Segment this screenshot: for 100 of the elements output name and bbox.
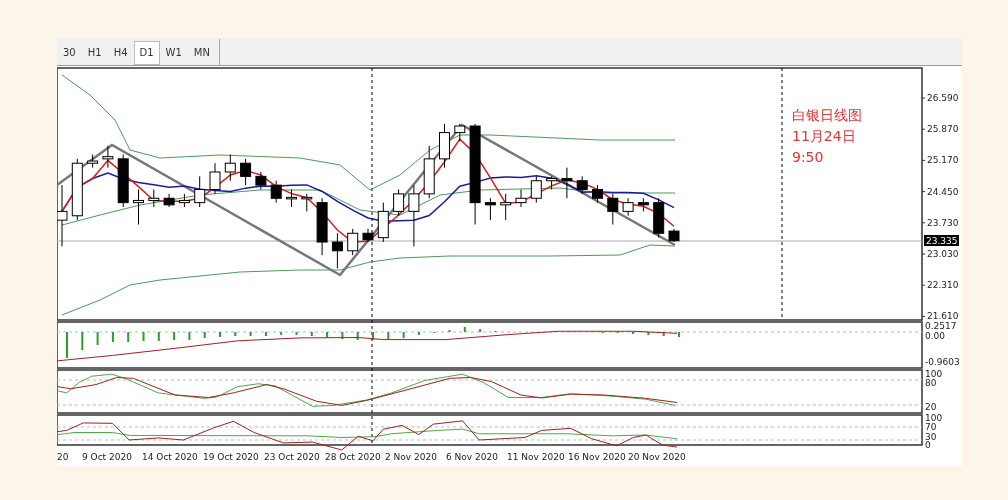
candle [316,197,328,256]
candle [515,189,527,208]
histogram-bar [310,332,313,336]
candle [163,193,175,208]
histogram-bar [249,332,252,336]
histogram-bar [341,332,344,339]
date-axis-label: 11 Nov 2020 [507,452,565,462]
candle [240,158,252,186]
indicator-axis-label: 0.00 [925,331,946,341]
indicator-axis-label: 30 [925,432,937,442]
indicator-axis-label: 100 [925,369,943,379]
candle [71,158,83,221]
histogram-bar [111,332,114,342]
indicator-axis-label: 0 [925,440,931,450]
chart-annotation: 白银日线图 [792,107,862,123]
histogram-bar [402,332,405,338]
candle [408,184,420,247]
candle [653,197,665,239]
chart-annotation: 11月24日 [792,128,856,144]
candle [592,184,603,204]
date-axis-label: 16 Nov 2020 [568,452,626,462]
date-axis-label: 9 Oct 2020 [82,452,132,462]
histogram-bar [127,332,130,342]
timeframe-tab[interactable]: MN [187,41,216,65]
candle [133,189,144,225]
histogram-bar [647,332,650,335]
price-axis-label: 23.030 [927,249,959,259]
date-axis-label: 6 Nov 2020 [446,452,498,462]
candle [607,193,619,225]
price-axis-label: 25.870 [927,124,959,135]
timeframe-tab[interactable]: H4 [107,41,134,65]
candle [178,193,190,208]
candle [530,175,542,204]
candle [194,175,206,208]
candle [270,180,282,204]
histogram-bar [280,332,283,335]
candle [454,123,466,142]
candle [561,167,573,199]
indicator-axis-label: 70 [925,422,937,432]
candle [224,154,236,182]
histogram-bar [264,332,267,336]
histogram-bar [203,332,206,338]
price-axis-label: 23.730 [927,217,959,228]
date-axis-label: 20 [57,452,69,462]
candle [117,154,129,208]
histogram-bar [479,329,482,332]
date-axis-label: 28 Oct 2020 [325,452,381,462]
indicator-axis-label: 100 [925,413,943,423]
candle [637,197,649,212]
date-axis-label: 20 Nov 2020 [628,452,686,462]
histogram-bar [326,332,329,338]
candle [377,202,389,243]
histogram-bar [295,332,298,335]
date-axis-label: 23 Oct 2020 [264,452,320,462]
date-axis-label: 14 Oct 2020 [142,452,198,462]
histogram-bar [81,332,84,350]
candle [668,228,680,243]
candle [500,193,512,221]
histogram-bar [96,332,99,345]
price-axis-label: 25.170 [927,155,959,166]
histogram-bar [188,332,191,340]
candle [576,175,588,195]
date-axis-label: 2 Nov 2020 [385,452,437,462]
candle [301,193,313,212]
timeframe-tab[interactable]: D1 [133,41,160,65]
price-axis-label: 24.450 [927,186,959,197]
histogram-bar [463,327,466,332]
indicator-axis-label: 0.2517 [925,321,957,331]
candle [102,145,114,169]
candle [393,189,405,217]
price-axis-label: 22.310 [927,280,959,291]
price-axis-label: 21.610 [927,311,959,322]
candle [255,171,267,190]
candle [331,232,343,269]
histogram-bar [234,332,237,336]
price-axis-label: 26.590 [927,93,959,103]
candle [87,154,99,169]
histogram-bar [662,332,665,336]
candle [347,228,359,256]
candle [622,197,634,217]
histogram-bar [387,332,390,339]
timeframe-tab[interactable]: W1 [159,41,188,65]
histogram-bar [157,332,160,341]
candle [439,123,450,169]
indicator-axis-label: -0.9603 [925,357,960,367]
histogram-bar [173,332,176,340]
chart-annotation: 9:50 [792,149,824,165]
candle [423,145,435,199]
histogram-bar [417,332,420,335]
candle [286,189,297,208]
histogram-bar [356,332,359,340]
timeframe-tab[interactable]: 30 [57,41,82,65]
candle [148,189,160,208]
histogram-bar [142,332,145,341]
candle [484,197,496,221]
candle [546,175,558,190]
candle [209,162,221,195]
timeframe-tab[interactable]: H1 [81,41,108,65]
indicator-axis-label: 80 [925,378,937,388]
date-axis-label: 19 Oct 2020 [203,452,259,462]
